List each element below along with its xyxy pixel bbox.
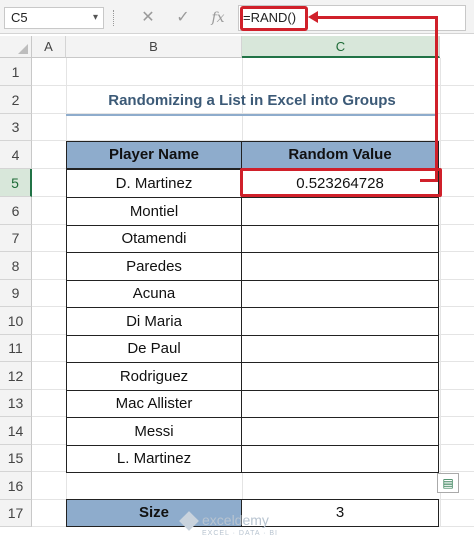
column-header-a[interactable]: A: [32, 36, 66, 58]
row-header[interactable]: 5: [0, 169, 32, 197]
name-box-value: C5: [11, 10, 28, 25]
random-value-cell[interactable]: [241, 252, 439, 281]
row-header[interactable]: 11: [0, 335, 32, 362]
player-name-cell[interactable]: Otamendi: [66, 225, 242, 253]
formula-highlight-box: [240, 6, 308, 31]
random-value-cell[interactable]: [241, 445, 439, 473]
row-header[interactable]: 4: [0, 141, 32, 169]
row-header[interactable]: 6: [0, 197, 32, 225]
random-value-cell[interactable]: [241, 362, 439, 391]
watermark-name: exceldemy: [202, 512, 269, 528]
row-header[interactable]: 7: [0, 225, 32, 252]
grid-line: [440, 58, 441, 527]
player-name-cell[interactable]: Mac Allister: [66, 390, 242, 418]
row-header[interactable]: 3: [0, 114, 32, 141]
row-header[interactable]: 14: [0, 417, 32, 445]
arrow-line-vertical: [435, 17, 438, 180]
random-value-cell[interactable]: [241, 280, 439, 308]
title-underline: [66, 114, 438, 116]
player-name-cell[interactable]: Di Maria: [66, 307, 242, 336]
divider: [113, 10, 115, 26]
cancel-icon[interactable]: ✕: [138, 8, 158, 28]
arrow-line-bottom: [420, 179, 438, 182]
quick-analysis-icon[interactable]: ▤: [437, 473, 459, 493]
sheet-title: Randomizing a List in Excel into Groups: [108, 92, 396, 109]
player-name-cell[interactable]: D. Martinez: [66, 169, 242, 198]
grid-line: [32, 85, 474, 86]
random-value-cell[interactable]: [241, 197, 439, 226]
player-name-cell[interactable]: Paredes: [66, 252, 242, 281]
c5-highlight-box: [240, 168, 442, 197]
enter-icon[interactable]: ✓: [173, 8, 193, 28]
row-header[interactable]: 16: [0, 472, 32, 500]
random-value-cell[interactable]: [241, 335, 439, 363]
player-name-cell[interactable]: De Paul: [66, 335, 242, 363]
watermark-tagline: EXCEL · DATA · BI: [202, 530, 278, 537]
player-name-cell[interactable]: Messi: [66, 417, 242, 446]
row-header[interactable]: 13: [0, 390, 32, 417]
random-value-cell[interactable]: [241, 225, 439, 253]
arrow-line-top: [316, 16, 438, 19]
arrow-head-icon: [308, 11, 318, 23]
random-value-cell[interactable]: [241, 307, 439, 336]
row-header[interactable]: 1: [0, 58, 32, 86]
player-name-cell[interactable]: Montiel: [66, 197, 242, 226]
random-value-cell[interactable]: [241, 417, 439, 446]
name-box[interactable]: C5 ▾: [4, 7, 104, 29]
header-player-name[interactable]: Player Name: [66, 141, 242, 169]
row-header[interactable]: 15: [0, 445, 32, 472]
exceldemy-logo-icon: [179, 511, 199, 532]
row-header[interactable]: 8: [0, 252, 32, 280]
row-header[interactable]: 9: [0, 280, 32, 307]
chevron-down-icon[interactable]: ▾: [93, 8, 98, 28]
column-header-b[interactable]: B: [66, 36, 242, 58]
select-all-corner[interactable]: [0, 36, 32, 58]
player-name-cell[interactable]: L. Martinez: [66, 445, 242, 473]
insert-function-icon[interactable]: fx: [206, 8, 230, 28]
select-all-icon: [18, 44, 28, 54]
row-header[interactable]: 2: [0, 86, 32, 114]
random-value-cell[interactable]: [241, 390, 439, 418]
player-name-cell[interactable]: Acuna: [66, 280, 242, 308]
row-header[interactable]: 10: [0, 307, 32, 335]
exceldemy-watermark: exceldemy EXCEL · DATA · BI: [179, 511, 302, 538]
column-header-c[interactable]: C: [242, 36, 440, 58]
header-random-value[interactable]: Random Value: [241, 141, 439, 169]
player-name-cell[interactable]: Rodriguez: [66, 362, 242, 391]
row-header[interactable]: 17: [0, 500, 32, 527]
row-header[interactable]: 12: [0, 362, 32, 390]
